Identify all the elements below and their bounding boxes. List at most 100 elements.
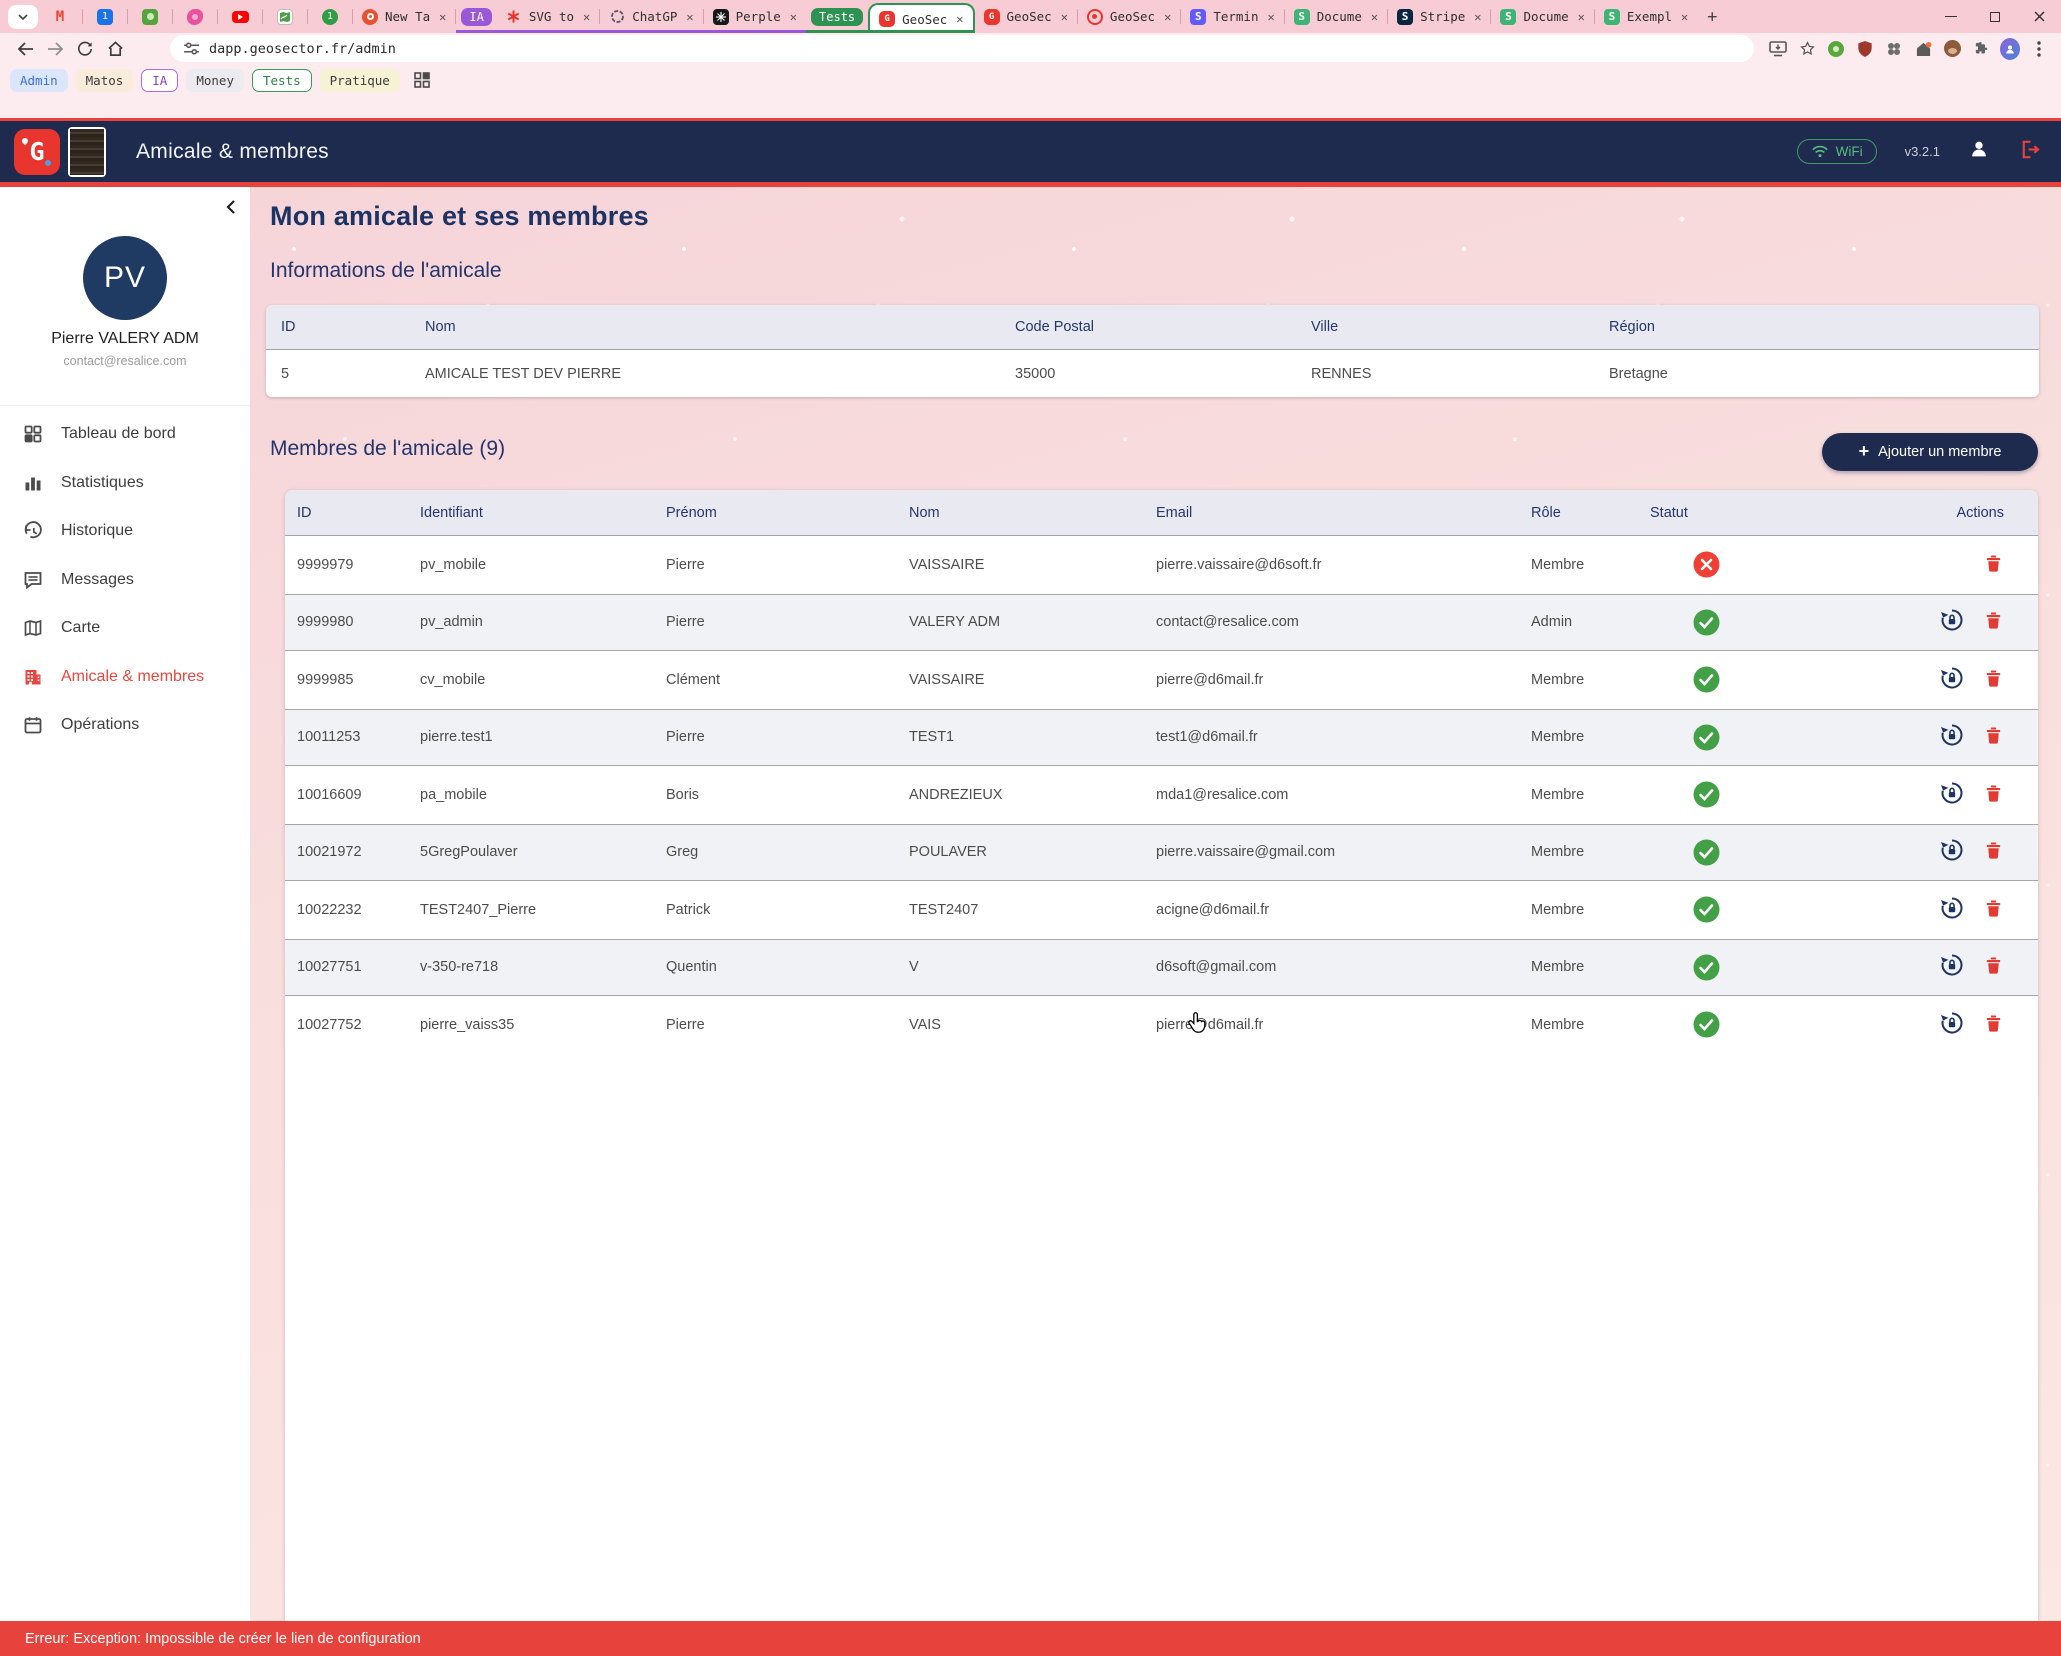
delete-member-button[interactable] [1983, 1012, 2004, 1038]
pinned-tab-pink-app[interactable] [173, 0, 217, 33]
tab-geosector-2[interactable]: G GeoSec ✕ [975, 0, 1077, 33]
tab-svg-to[interactable]: SVG to ✕ [497, 0, 599, 33]
browser-menu-button[interactable] [2029, 39, 2049, 59]
pinned-tab-green-badge[interactable]: 1 [308, 0, 352, 33]
account-button[interactable] [1968, 138, 1990, 165]
status-ok-icon [1693, 666, 1720, 693]
reset-password-icon [1939, 895, 1965, 921]
tab-geosector-active[interactable]: G GeoSec ✕ [868, 3, 974, 33]
delete-member-button[interactable] [1983, 897, 2004, 923]
bookmark-admin[interactable]: Admin [10, 69, 68, 92]
close-icon[interactable]: ✕ [1371, 10, 1378, 24]
close-icon[interactable]: ✕ [1681, 10, 1688, 24]
bookmark-tests[interactable]: Tests [252, 69, 312, 92]
close-icon[interactable]: ✕ [1474, 10, 1481, 24]
sidebar-item-operations[interactable]: Opérations [0, 701, 250, 750]
column-header: ID [285, 505, 408, 521]
tab-group-tests-pill[interactable]: Tests [811, 8, 863, 26]
tab-geosector-3[interactable]: GeoSec ✕ [1078, 0, 1180, 33]
close-icon[interactable]: ✕ [1578, 10, 1585, 24]
sidebar-item-statistiques[interactable]: Statistiques [0, 459, 250, 508]
delete-member-button[interactable] [1983, 724, 2004, 750]
tab-search-button[interactable] [8, 5, 38, 29]
clover-extension-icon[interactable] [1884, 39, 1904, 59]
amicale-ville: RENNES [1296, 366, 1594, 382]
bookmark-pratique[interactable]: Pratique [320, 69, 400, 92]
delete-member-button[interactable] [1983, 667, 2004, 693]
bookmark-ia[interactable]: IA [141, 69, 178, 92]
sidebar-item-historique[interactable]: Historique [0, 507, 250, 556]
delete-member-button[interactable] [1983, 609, 2004, 635]
bookmark-page-button[interactable] [1797, 39, 1817, 59]
close-icon[interactable]: ✕ [1267, 10, 1274, 24]
reset-password-button[interactable] [1939, 665, 1965, 695]
reset-password-button[interactable] [1939, 722, 1965, 752]
sidebar-item-amicale-membres[interactable]: Amicale & membres [0, 653, 250, 702]
member-role: Membre [1519, 729, 1638, 745]
install-app-button[interactable] [1768, 39, 1788, 59]
tab-label: Termin [1213, 9, 1258, 24]
column-header: ID [266, 319, 410, 335]
pinned-tab-youtube[interactable] [218, 0, 262, 33]
reset-password-button[interactable] [1939, 607, 1965, 637]
logout-button[interactable] [2018, 138, 2041, 166]
sidebar-item-messages[interactable]: Messages [0, 556, 250, 605]
pinned-tab-maps-app[interactable] [263, 0, 307, 33]
bookmarks-apps-button[interactable] [414, 72, 430, 91]
close-icon[interactable]: ✕ [686, 10, 693, 24]
tab-terminal[interactable]: S Termin ✕ [1181, 0, 1283, 33]
table-row: 10027752 pierre_vaiss35 Pierre VAIS pier… [285, 996, 2038, 1054]
reset-password-button[interactable] [1939, 895, 1965, 925]
close-icon[interactable]: ✕ [583, 10, 590, 24]
delete-member-button[interactable] [1983, 552, 2004, 578]
tab-stripe[interactable]: S Stripe ✕ [1388, 0, 1490, 33]
new-tab-button[interactable]: + [1697, 3, 1727, 31]
close-icon[interactable]: ✕ [1061, 10, 1068, 24]
tab-new-tab[interactable]: New Ta ✕ [353, 0, 455, 33]
tab-example[interactable]: S Exempl ✕ [1595, 0, 1697, 33]
reset-password-button[interactable] [1939, 952, 1965, 982]
reset-password-button[interactable] [1939, 780, 1965, 810]
reset-password-button[interactable] [1939, 837, 1965, 867]
close-window-button[interactable] [2017, 0, 2061, 33]
tab-docs-2[interactable]: S Docume ✕ [1491, 0, 1593, 33]
mascot-extension-icon[interactable] [1942, 39, 1962, 59]
tab-chatgpt[interactable]: ChatGP ✕ [600, 0, 702, 33]
maximize-button[interactable] [1973, 0, 2017, 33]
extensions-menu-button[interactable] [1971, 39, 1991, 59]
back-button[interactable] [10, 35, 40, 63]
bookmark-money[interactable]: Money [186, 69, 244, 92]
tab-docs-1[interactable]: S Docume ✕ [1285, 0, 1387, 33]
pinned-tab-green-app[interactable] [128, 0, 172, 33]
profile-avatar[interactable] [2000, 39, 2020, 59]
close-icon[interactable]: ✕ [956, 12, 963, 26]
forward-button[interactable] [40, 35, 70, 63]
sidebar-item-label: Statistiques [61, 474, 144, 492]
bookmark-matos[interactable]: Matos [76, 69, 134, 92]
home-button[interactable] [100, 35, 130, 63]
sidebar-collapse-button[interactable] [225, 199, 236, 220]
add-member-button[interactable]: + Ajouter un membre [1822, 433, 2038, 471]
close-icon[interactable]: ✕ [790, 10, 797, 24]
pinned-tab-gmail[interactable]: M [38, 0, 82, 33]
member-identifiant: pierre_vaiss35 [408, 1017, 654, 1033]
tab-group-ia-pill[interactable]: IA [461, 8, 491, 26]
sidebar-item-carte[interactable]: Carte [0, 604, 250, 653]
sidebar-item-tableau-de-bord[interactable]: Tableau de bord [0, 410, 250, 459]
reload-button[interactable] [70, 35, 100, 63]
close-icon[interactable]: ✕ [439, 10, 446, 24]
reset-password-button[interactable] [1939, 1010, 1965, 1040]
delete-member-button[interactable] [1983, 954, 2004, 980]
home-extension-icon[interactable] [1913, 39, 1933, 59]
pinned-tab-calendar[interactable]: 1 [83, 0, 127, 33]
close-icon[interactable]: ✕ [1164, 10, 1171, 24]
url-text[interactable]: dapp.geosector.fr/admin [209, 41, 396, 57]
shield-extension-icon[interactable] [1855, 39, 1875, 59]
minimize-button[interactable] [1929, 0, 1973, 33]
extension-green-icon[interactable] [1826, 39, 1846, 59]
address-bar[interactable]: dapp.geosector.fr/admin [170, 35, 1754, 62]
tab-perplexity[interactable]: Perple ✕ [704, 0, 806, 33]
delete-member-button[interactable] [1983, 782, 2004, 808]
delete-member-button[interactable] [1983, 839, 2004, 865]
info-section-title: Informations de l'amicale [270, 259, 502, 283]
